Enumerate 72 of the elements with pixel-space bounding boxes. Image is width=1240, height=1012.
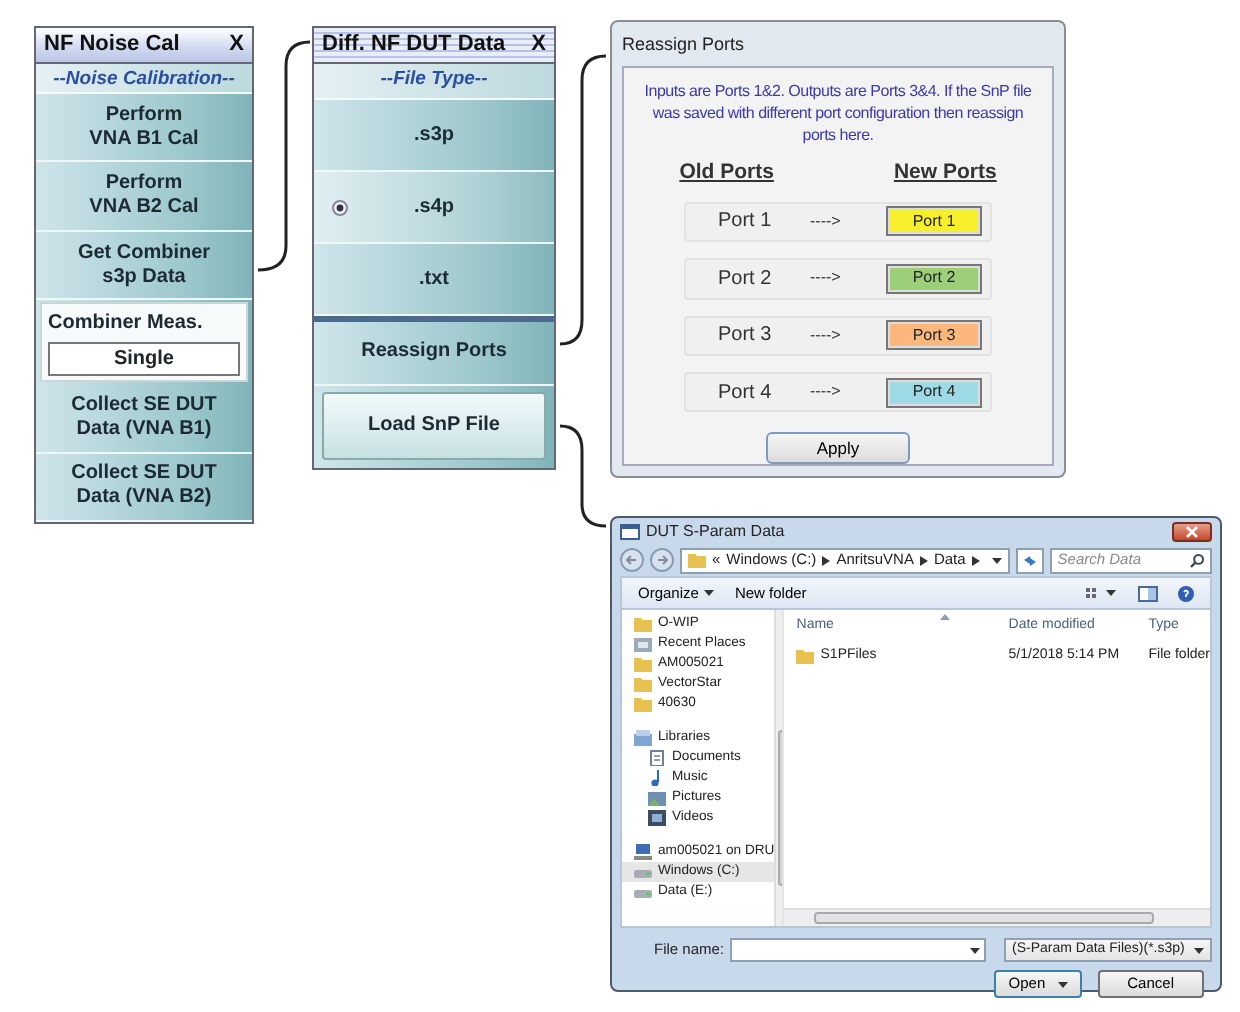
folder-icon — [688, 552, 706, 568]
scrollbar[interactable] — [774, 610, 783, 926]
arrow-text: ----> — [810, 380, 843, 405]
load-button[interactable]: Load SnP File — [322, 391, 546, 460]
menu-button[interactable]: Collect SE DUT Data (VNA B1) — [36, 384, 252, 454]
port-button[interactable]: Port 3 — [886, 320, 982, 351]
scrollbar[interactable] — [784, 908, 1210, 926]
menu-button[interactable]: Get Combiner s3p Data — [36, 231, 252, 301]
port-label: Port 1 — [718, 208, 774, 237]
radio-icon — [332, 199, 348, 216]
document-icon — [648, 750, 666, 766]
section-heading: --File Type-- — [314, 64, 554, 100]
instruction-text: Inputs are Ports 1&2. Outputs are Ports 3&4. If the SnP file was saved with different port configuration then reassign ports here. — [642, 80, 1034, 146]
menu-button[interactable]: Reassign Ports — [314, 322, 554, 386]
select-field[interactable]: Single — [48, 342, 240, 377]
close-button[interactable]: X — [531, 28, 546, 62]
menu-button[interactable]: Perform VNA B1 Cal — [36, 94, 252, 163]
drive-icon — [634, 884, 652, 900]
forward-button[interactable] — [650, 548, 674, 572]
search-icon — [1190, 553, 1204, 567]
chevron-icon — [919, 555, 928, 565]
close-button[interactable]: X — [229, 28, 244, 62]
preview-pane-icon — [1138, 585, 1158, 601]
apply-button[interactable]: Apply — [766, 432, 910, 465]
panel-title: Diff. NF DUT Data — [322, 30, 506, 61]
leader-line — [559, 424, 607, 528]
column-heading: New Ports — [893, 158, 997, 188]
port-button[interactable]: Port 4 — [886, 377, 982, 408]
dropdown-arrow-icon — [970, 947, 980, 953]
port-label: Port 2 — [718, 265, 774, 294]
folder-icon — [796, 648, 815, 664]
file-type-option[interactable]: .s4p — [314, 172, 554, 245]
menu-button[interactable]: Perform VNA B2 Cal — [36, 162, 252, 232]
folder-icon — [634, 616, 652, 632]
arrow-text: ----> — [810, 266, 843, 291]
drive-icon — [634, 864, 652, 880]
section-heading: --Noise Calibration-- — [36, 64, 252, 94]
dropdown-arrow-icon — [1194, 947, 1204, 953]
chevron-icon — [822, 555, 831, 565]
close-icon — [1186, 525, 1198, 537]
back-button[interactable] — [620, 548, 644, 572]
recent-places-icon — [634, 636, 652, 652]
dropdown-arrow-icon — [1057, 981, 1068, 987]
film-icon — [648, 810, 666, 826]
dialog-title: DUT S-Param Data — [646, 519, 785, 543]
caret-icon — [704, 590, 715, 596]
file-type-option[interactable]: .s3p — [314, 100, 554, 173]
picture-icon — [648, 790, 666, 806]
sort-icon — [939, 613, 950, 619]
port-button[interactable]: Port 2 — [886, 263, 982, 294]
close-button[interactable] — [1172, 521, 1212, 541]
port-label: Port 4 — [718, 379, 774, 408]
column-heading: Old Ports — [679, 158, 774, 188]
scroll-thumb[interactable] — [814, 912, 1155, 924]
library-icon — [634, 730, 652, 746]
dialog-title: Reassign Ports — [622, 32, 747, 58]
port-label: Port 3 — [718, 322, 774, 351]
port-button[interactable]: Port 1 — [886, 206, 982, 237]
dropdown-arrow-icon — [991, 557, 1002, 563]
window-icon — [620, 523, 640, 539]
file-name-field[interactable] — [730, 938, 986, 962]
refresh-button[interactable] — [1015, 547, 1044, 573]
refresh-icon — [1021, 553, 1038, 567]
arrow-text: ----> — [810, 323, 843, 348]
network-drive-icon — [634, 844, 652, 860]
panel-title: NF Noise Cal — [44, 30, 180, 61]
menu-button[interactable]: Collect SE DUT Data (VNA B2) — [36, 453, 252, 523]
field-label: Combiner Meas. — [48, 310, 205, 339]
help-icon — [1178, 585, 1194, 601]
arrow-text: ----> — [810, 209, 843, 234]
view-options-icon — [1086, 586, 1118, 600]
chevron-icon — [971, 555, 980, 565]
